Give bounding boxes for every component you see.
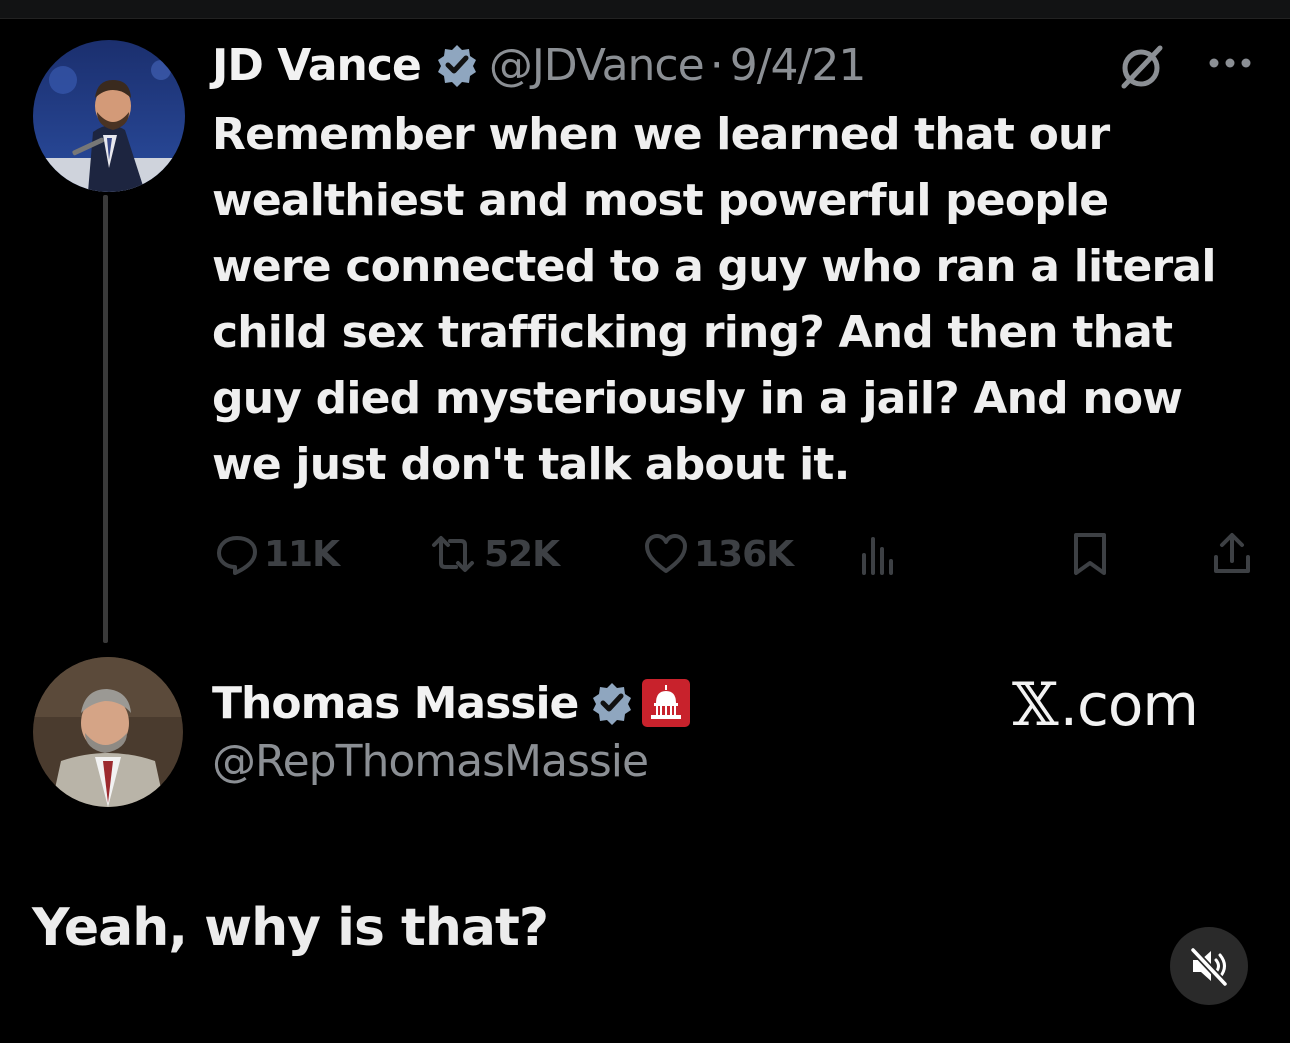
share-icon xyxy=(1214,533,1250,573)
more-icon[interactable] xyxy=(1206,48,1254,78)
bookmark-icon xyxy=(1074,533,1106,575)
watermark-domain: .com xyxy=(1059,671,1199,739)
mute-toggle-button[interactable] xyxy=(1170,927,1248,1005)
reply-author-name[interactable]: Thomas Massie xyxy=(212,678,579,729)
capitol-badge-icon xyxy=(640,677,692,729)
reply-count: 11K xyxy=(264,533,340,575)
verified-badge-icon xyxy=(590,681,634,725)
like-count: 136K xyxy=(694,533,794,575)
post-date[interactable]: 9/4/21 xyxy=(730,40,867,91)
author-name[interactable]: JD Vance xyxy=(212,40,422,91)
post-header: JD Vance @JDVance · 9/4/21 xyxy=(212,34,867,96)
like-button[interactable]: 136K xyxy=(642,528,794,580)
reply-button[interactable]: 11K xyxy=(214,528,340,580)
views-icon xyxy=(862,537,893,575)
author-handle[interactable]: @JDVance xyxy=(489,40,705,91)
muted-speaker-icon xyxy=(1189,946,1229,988)
heart-icon xyxy=(645,534,687,573)
verified-badge-icon xyxy=(435,43,479,87)
x-logo-icon: 𝕏 xyxy=(1012,670,1059,740)
avatar-thomas-massie[interactable] xyxy=(33,657,183,807)
repost-icon xyxy=(432,536,474,572)
views-button[interactable] xyxy=(858,528,902,580)
x-com-watermark: 𝕏 .com xyxy=(1012,670,1199,740)
reply-icon xyxy=(217,536,257,575)
post-text: Remember when we learned that our wealth… xyxy=(212,109,1216,490)
top-bar xyxy=(0,0,1290,19)
reply-author-header: Thomas Massie xyxy=(212,672,692,734)
separator-dot: · xyxy=(709,39,724,91)
reply-author-handle[interactable]: @RepThomasMassie xyxy=(212,736,649,787)
thread-connector-line xyxy=(103,195,108,643)
avatar-jd-vance[interactable] xyxy=(33,40,185,192)
repost-count: 52K xyxy=(484,533,560,575)
post-actions: 11K 52K 136K xyxy=(214,528,1264,580)
caption-text: Yeah, why is that? xyxy=(32,898,549,958)
grok-icon[interactable] xyxy=(1116,42,1166,92)
repost-button[interactable]: 52K xyxy=(426,528,560,580)
bookmark-button[interactable] xyxy=(1070,528,1114,580)
share-button[interactable] xyxy=(1210,528,1258,580)
